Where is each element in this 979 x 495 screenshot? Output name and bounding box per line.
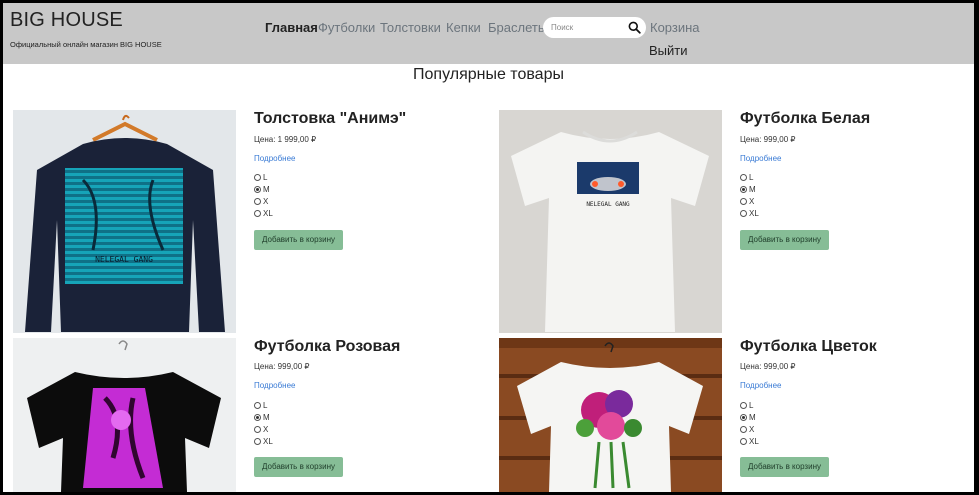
radio-checked-icon[interactable] [254,414,261,421]
brand-tagline: Официальный онлайн магазин BIG HOUSE [10,40,162,49]
product-image-flower-tee[interactable] [499,338,722,492]
product-price: Цена: 1 999,00 ₽ [254,135,317,144]
nav-home[interactable]: Главная [265,20,318,35]
radio-checked-icon[interactable] [740,186,747,193]
size-option-l[interactable]: L [740,401,753,410]
product-title[interactable]: Толстовка "Анимэ" [254,110,406,128]
size-option-x[interactable]: X [740,425,754,434]
size-option-l[interactable]: L [740,173,753,182]
size-option-xl[interactable]: XL [740,209,759,218]
size-option-xl[interactable]: XL [254,209,273,218]
radio-checked-icon[interactable] [740,414,747,421]
size-option-x[interactable]: X [254,197,268,206]
product-more-link[interactable]: Подробнее [254,154,296,163]
size-option-m[interactable]: M [740,185,756,194]
product-title[interactable]: Футболка Белая [740,110,870,128]
section-title: Популярные товары [413,66,564,83]
radio-icon[interactable] [740,198,747,205]
nav-cart[interactable]: Корзина [650,20,700,35]
product-price: Цена: 999,00 ₽ [740,362,796,371]
product-image-hoodie[interactable]: NELEGAL GANG [13,110,236,333]
size-option-xl[interactable]: XL [740,437,759,446]
brand-logo[interactable]: BIG HOUSE [10,9,123,32]
nav-hoodies[interactable]: Толстовки [380,20,441,35]
nav-tshirts[interactable]: Футболки [318,20,375,35]
header-navbar: BIG HOUSE Официальный онлайн магазин BIG… [3,3,974,64]
add-to-cart-button[interactable]: Добавить в корзину [740,230,829,250]
radio-icon[interactable] [740,426,747,433]
search-icon[interactable] [628,21,641,34]
search-input[interactable] [551,19,623,36]
size-option-l[interactable]: L [254,173,267,182]
product-title[interactable]: Футболка Цветок [740,338,877,356]
product-more-link[interactable]: Подробнее [740,381,782,390]
nav-bracelets[interactable]: Браслеты [488,20,547,35]
hoodie-print-text: NELEGAL GANG [95,255,153,264]
size-option-m[interactable]: M [254,413,270,422]
add-to-cart-button[interactable]: Добавить в корзину [740,457,829,477]
size-option-x[interactable]: X [254,425,268,434]
add-to-cart-button[interactable]: Добавить в корзину [254,457,343,477]
product-price: Цена: 999,00 ₽ [254,362,310,371]
page: BIG HOUSE Официальный онлайн магазин BIG… [3,3,974,492]
size-option-m[interactable]: M [254,185,270,194]
radio-icon[interactable] [740,210,747,217]
radio-icon[interactable] [254,198,261,205]
radio-icon[interactable] [254,174,261,181]
product-image-white-tee[interactable]: NELEGAL GANG [499,110,722,333]
radio-icon[interactable] [254,426,261,433]
radio-icon[interactable] [740,174,747,181]
size-option-xl[interactable]: XL [254,437,273,446]
radio-icon[interactable] [740,402,747,409]
search-box [543,17,646,38]
product-price: Цена: 999,00 ₽ [740,135,796,144]
product-title[interactable]: Футболка Розовая [254,338,400,356]
product-more-link[interactable]: Подробнее [740,154,782,163]
radio-icon[interactable] [740,438,747,445]
white-tee-print-text: NELEGAL GANG [586,201,630,208]
add-to-cart-button[interactable]: Добавить в корзину [254,230,343,250]
size-option-l[interactable]: L [254,401,267,410]
product-more-link[interactable]: Подробнее [254,381,296,390]
product-image-pink-tee[interactable] [13,338,236,492]
radio-icon[interactable] [254,438,261,445]
radio-icon[interactable] [254,402,261,409]
logout-link[interactable]: Выйти [649,43,688,58]
size-option-x[interactable]: X [740,197,754,206]
nav-caps[interactable]: Кепки [446,20,481,35]
size-option-m[interactable]: M [740,413,756,422]
radio-icon[interactable] [254,210,261,217]
radio-checked-icon[interactable] [254,186,261,193]
